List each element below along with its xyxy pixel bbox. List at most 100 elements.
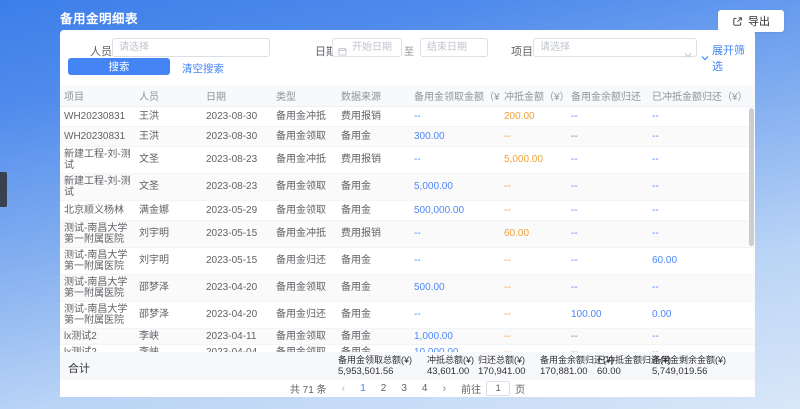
table-row: 测试-南昌大学第一附属医院刘宇明2023-05-15备用金冲抵费用报销--60.… bbox=[60, 220, 755, 247]
cell-source: 备用金 bbox=[337, 301, 410, 328]
summary-item: 备用金剩余金额(¥)5,749,019.56 bbox=[652, 354, 726, 378]
cell-source: 备用金 bbox=[337, 200, 410, 220]
page-number-1[interactable]: 1 bbox=[360, 383, 366, 394]
export-button[interactable]: 导出 bbox=[718, 10, 784, 32]
cell-source: 费用报销 bbox=[337, 220, 410, 247]
chevron-down-icon bbox=[701, 55, 709, 61]
cell-person: 刘宇明 bbox=[135, 247, 202, 274]
cell-offset-return: -- bbox=[648, 106, 755, 126]
table-row: lx测试2李峡2023-04-04备用金领取备用金10,000.00------ bbox=[60, 344, 755, 352]
cell-offset-return: -- bbox=[648, 146, 755, 173]
cell-offset-amount: -- bbox=[500, 247, 567, 274]
cell-offset-return: -- bbox=[648, 126, 755, 146]
cell-balance-return: -- bbox=[567, 173, 648, 200]
cell-balance-return: 100.00 bbox=[567, 301, 648, 328]
summary-item-label: 冲抵总额(¥) bbox=[427, 354, 474, 366]
cell-offset-return: -- bbox=[648, 200, 755, 220]
project-filter-label: 项目 bbox=[511, 43, 533, 59]
table-row: 测试-南昌大学第一附属医院邵梦泽2023-04-20备用金领取备用金500.00… bbox=[60, 274, 755, 301]
person-select-input[interactable] bbox=[112, 38, 270, 57]
column-header: 备用金余额归还（¥） bbox=[567, 86, 648, 106]
cell-type: 备用金领取 bbox=[272, 328, 337, 344]
cell-date: 2023-08-30 bbox=[202, 106, 272, 126]
cell-type: 备用金领取 bbox=[272, 126, 337, 146]
cell-person: 邵梦泽 bbox=[135, 301, 202, 328]
cell-received-amount: 500.00 bbox=[410, 274, 500, 301]
summary-item-value: 170,941.00 bbox=[478, 366, 526, 378]
table-row: 测试-南昌大学第一附属医院邵梦泽2023-04-20备用金归还备用金----10… bbox=[60, 301, 755, 328]
cell-source: 备用金 bbox=[337, 344, 410, 352]
cell-project: 测试-南昌大学第一附属医院 bbox=[60, 220, 135, 247]
cell-balance-return: -- bbox=[567, 126, 648, 146]
cell-offset-return: 0.00 bbox=[648, 301, 755, 328]
select-chevron-down-icon bbox=[684, 45, 692, 63]
cell-type: 备用金归还 bbox=[272, 247, 337, 274]
cell-offset-amount: -- bbox=[500, 173, 567, 200]
export-button-label: 导出 bbox=[748, 13, 770, 29]
prev-page-icon[interactable]: ‹ bbox=[342, 384, 346, 394]
cell-balance-return: -- bbox=[567, 328, 648, 344]
cell-balance-return: -- bbox=[567, 274, 648, 301]
date-range-separator: 至 bbox=[404, 43, 414, 58]
search-button[interactable]: 搜索 bbox=[68, 58, 170, 75]
export-icon bbox=[732, 16, 743, 27]
page-number-2[interactable]: 2 bbox=[381, 383, 387, 394]
summary-total-label: 合计 bbox=[68, 360, 90, 376]
calendar-icon bbox=[338, 43, 347, 61]
table-row: 北京顺义杨林满金娜2023-05-29备用金领取备用金500,000.00---… bbox=[60, 200, 755, 220]
cell-received-amount: 500,000.00 bbox=[410, 200, 500, 220]
vertical-scrollbar[interactable] bbox=[749, 108, 754, 246]
cell-project: 新建工程-刘-测试 bbox=[60, 173, 135, 200]
cell-balance-return: -- bbox=[567, 106, 648, 126]
cell-project: 新建工程-刘-测试 bbox=[60, 146, 135, 173]
cell-person: 文圣 bbox=[135, 146, 202, 173]
table-body: WH20230831王洪2023-08-30备用金冲抵费用报销--200.00-… bbox=[60, 106, 755, 352]
clear-search-link[interactable]: 清空搜索 bbox=[182, 61, 224, 76]
summary-item-value: 5,953,501.56 bbox=[338, 366, 412, 378]
cell-offset-amount: -- bbox=[500, 200, 567, 220]
cell-source: 备用金 bbox=[337, 173, 410, 200]
cell-person: 王洪 bbox=[135, 106, 202, 126]
cell-date: 2023-04-20 bbox=[202, 274, 272, 301]
cell-person: 邵梦泽 bbox=[135, 274, 202, 301]
cell-source: 费用报销 bbox=[337, 106, 410, 126]
drawer-handle[interactable] bbox=[0, 172, 7, 207]
table-row: WH20230831王洪2023-08-30备用金领取备用金300.00----… bbox=[60, 126, 755, 146]
cell-date: 2023-05-29 bbox=[202, 200, 272, 220]
cell-person: 王洪 bbox=[135, 126, 202, 146]
expand-filters-link[interactable]: 展开筛选 bbox=[701, 42, 755, 74]
column-header: 冲抵金额（¥） bbox=[500, 86, 567, 106]
cell-person: 李峡 bbox=[135, 344, 202, 352]
data-table: 项目人员日期类型数据来源备用金领取金额（¥）冲抵金额（¥）备用金余额归还（¥）已… bbox=[60, 86, 755, 352]
column-header: 日期 bbox=[202, 86, 272, 106]
cell-received-amount: 300.00 bbox=[410, 126, 500, 146]
cell-type: 备用金领取 bbox=[272, 200, 337, 220]
content-card: 人员 日期 至 项目 展开筛选 搜索 清空搜索 项目人员日期类型数据来源备用金领… bbox=[60, 30, 755, 397]
next-page-icon[interactable]: › bbox=[442, 384, 446, 394]
cell-offset-return: -- bbox=[648, 274, 755, 301]
page-number-3[interactable]: 3 bbox=[401, 383, 407, 394]
cell-received-amount: 5,000.00 bbox=[410, 173, 500, 200]
summary-item: 归还总额(¥)170,941.00 bbox=[478, 354, 526, 378]
column-header: 已冲抵金额归还（¥） bbox=[648, 86, 755, 106]
project-select-input[interactable] bbox=[533, 38, 697, 57]
cell-type: 备用金归还 bbox=[272, 301, 337, 328]
date-end-input[interactable] bbox=[420, 38, 488, 57]
cell-type: 备用金领取 bbox=[272, 274, 337, 301]
cell-date: 2023-05-15 bbox=[202, 247, 272, 274]
expand-filters-label: 展开筛选 bbox=[712, 42, 755, 74]
cell-source: 备用金 bbox=[337, 247, 410, 274]
cell-offset-amount: -- bbox=[500, 301, 567, 328]
pagination-total-text: 共 71 条 bbox=[290, 381, 327, 396]
goto-page-suffix: 页 bbox=[515, 381, 525, 396]
cell-type: 备用金领取 bbox=[272, 344, 337, 352]
cell-offset-amount: 200.00 bbox=[500, 106, 567, 126]
column-header: 备用金领取金额（¥） bbox=[410, 86, 500, 106]
page-number-4[interactable]: 4 bbox=[422, 383, 428, 394]
summary-item-label: 备用金剩余金额(¥) bbox=[652, 354, 726, 366]
cell-date: 2023-08-23 bbox=[202, 173, 272, 200]
cell-project: 测试-南昌大学第一附属医院 bbox=[60, 247, 135, 274]
table-row: 新建工程-刘-测试文圣2023-08-23备用金领取备用金5,000.00---… bbox=[60, 173, 755, 200]
goto-page-input[interactable] bbox=[486, 381, 510, 396]
cell-offset-return: -- bbox=[648, 344, 755, 352]
